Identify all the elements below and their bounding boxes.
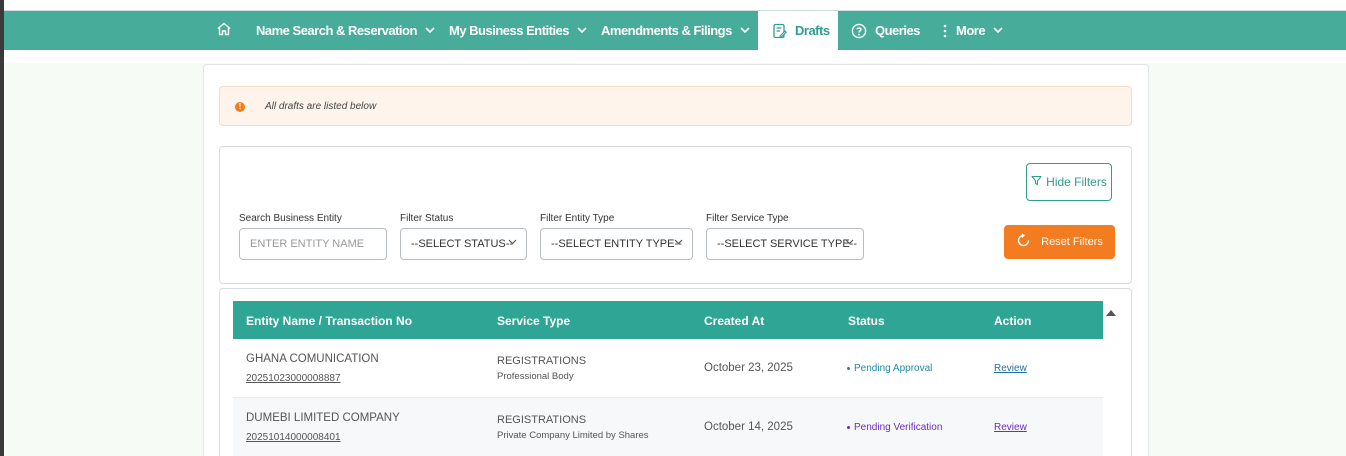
hide-filters-button[interactable]: Hide Filters [1026, 163, 1112, 201]
nav-more[interactable]: More [942, 11, 1003, 50]
alert-text: All drafts are listed below [265, 101, 377, 112]
chevron-down-icon [674, 239, 683, 245]
info-alert: ! All drafts are listed below [219, 86, 1132, 126]
entity-name: DUMEBI LIMITED COMPANY [246, 412, 400, 424]
status-dot [847, 367, 850, 370]
search-entity-placeholder: ENTER ENTITY NAME [250, 238, 365, 250]
service-subtype: Private Company Limited by Shares [497, 430, 649, 441]
left-edge-bar [0, 0, 4, 456]
filter-service-type-select[interactable]: --SELECT SERVICE TYPE-- [706, 228, 864, 260]
table-row: DUMEBI LIMITED COMPANY 20251014000008401… [233, 398, 1103, 456]
nav-spacer [4, 50, 1346, 63]
column-header-action: Action [994, 314, 1032, 328]
chevron-down-icon [845, 239, 854, 245]
chevron-down-icon [425, 27, 435, 34]
status-text: Pending Approval [854, 363, 933, 374]
filter-entity-type-label: Filter Entity Type [540, 213, 615, 224]
chevron-down-icon [508, 239, 517, 245]
filter-entity-type-select[interactable]: --SELECT ENTITY TYPE-- [540, 228, 693, 260]
filter-status-select[interactable]: --SELECT STATUS-- [400, 228, 527, 260]
created-date: October 23, 2025 [704, 362, 793, 374]
nav-label: My Business Entities [449, 23, 570, 38]
nav-drafts[interactable]: Drafts [758, 11, 838, 50]
filter-status-value: --SELECT STATUS-- [411, 238, 514, 250]
nav-queries[interactable]: Queries [851, 11, 920, 50]
review-link[interactable]: Review [994, 422, 1027, 433]
search-entity-input[interactable]: ENTER ENTITY NAME [239, 228, 387, 260]
transaction-number-link[interactable]: 20251023000008887 [246, 373, 341, 384]
review-link[interactable]: Review [994, 363, 1027, 374]
nav-label: More [956, 23, 986, 38]
column-header-entity: Entity Name / Transaction No [246, 314, 413, 328]
nav-label: Name Search & Reservation [256, 23, 417, 38]
filter-icon [1031, 175, 1042, 189]
nav-label: Queries [875, 23, 920, 38]
search-entity-label: Search Business Entity [239, 213, 342, 224]
service-type: REGISTRATIONS [497, 414, 587, 426]
refresh-icon [1016, 233, 1031, 251]
status-badge: Pending Verification [847, 422, 942, 433]
filter-service-type-value: --SELECT SERVICE TYPE-- [717, 238, 857, 250]
status-dot [847, 426, 850, 429]
exclamation-icon: ! [235, 102, 245, 112]
table-header: Entity Name / Transaction No Service Typ… [233, 301, 1103, 339]
nav-name-search-reservation[interactable]: Name Search & Reservation [256, 11, 435, 50]
entity-name: GHANA COMUNICATION [246, 353, 379, 365]
reset-filters-button[interactable]: Reset Filters [1004, 225, 1115, 259]
question-circle-icon [851, 23, 867, 39]
scroll-up-arrow-icon[interactable] [1106, 310, 1116, 316]
main-navbar: Name Search & Reservation My Business En… [4, 11, 1346, 50]
nav-label: Amendments & Filings [601, 23, 732, 38]
nav-label: Drafts [795, 23, 830, 38]
nav-amendments-filings[interactable]: Amendments & Filings [601, 11, 750, 50]
column-header-status: Status [848, 314, 885, 328]
created-date: October 14, 2025 [704, 421, 793, 433]
kebab-icon [942, 23, 948, 39]
reset-filters-label: Reset Filters [1041, 236, 1103, 248]
filter-entity-type-value: --SELECT ENTITY TYPE-- [551, 238, 682, 250]
column-header-created-at: Created At [704, 314, 765, 328]
chevron-down-icon [577, 27, 587, 34]
filter-service-type-label: Filter Service Type [706, 213, 789, 224]
home-nav-button[interactable] [216, 11, 232, 50]
service-subtype: Professional Body [497, 371, 574, 382]
chevron-down-icon [993, 27, 1003, 34]
nav-my-business-entities[interactable]: My Business Entities [449, 11, 587, 50]
service-type: REGISTRATIONS [497, 355, 587, 367]
hide-filters-label: Hide Filters [1046, 175, 1107, 189]
table-row: GHANA COMUNICATION 20251023000008887 REG… [233, 339, 1103, 398]
draft-icon [772, 23, 787, 39]
status-badge: Pending Approval [847, 363, 932, 374]
home-icon [216, 21, 232, 40]
column-header-service-type: Service Type [497, 314, 571, 328]
transaction-number-link[interactable]: 20251014000008401 [246, 432, 341, 443]
filter-status-label: Filter Status [400, 213, 454, 224]
filters-panel: Hide Filters Search Business Entity ENTE… [219, 146, 1132, 284]
status-text: Pending Verification [854, 422, 943, 433]
chevron-down-icon [740, 27, 750, 34]
